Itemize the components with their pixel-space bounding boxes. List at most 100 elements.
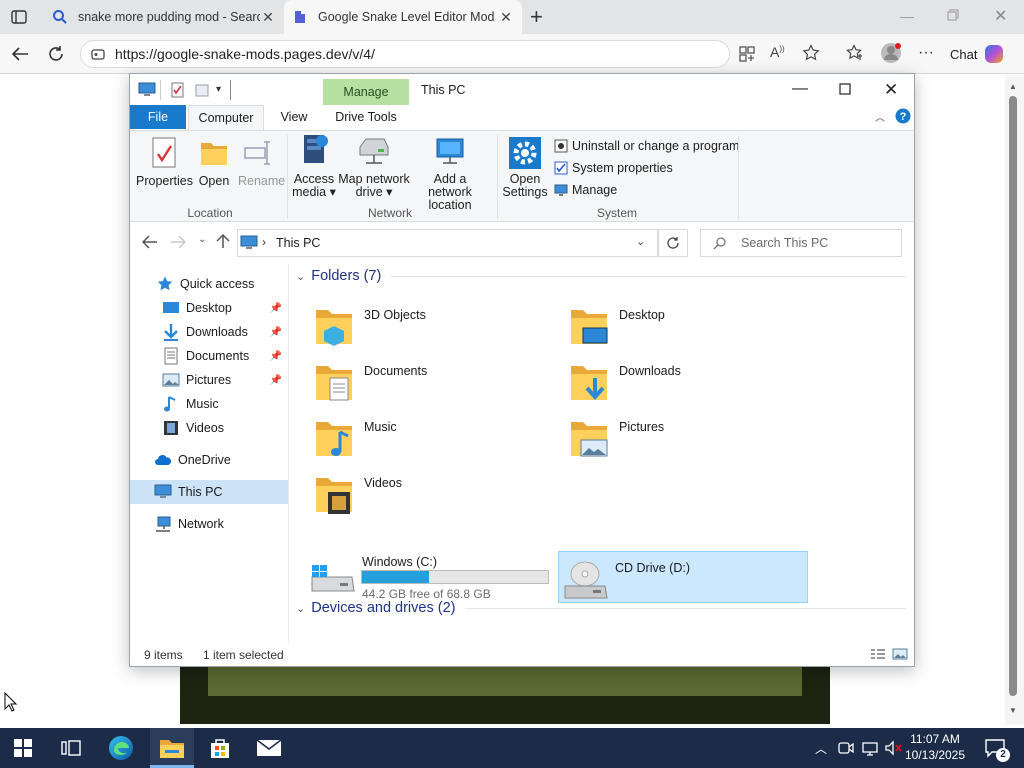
search-box[interactable]: Search This PC <box>700 229 902 257</box>
tab-computer[interactable]: Computer <box>188 105 264 130</box>
nav-onedrive[interactable]: OneDrive <box>130 448 288 472</box>
properties-quick-icon[interactable] <box>170 82 186 98</box>
map-network-drive-button[interactable]: Map network drive ▾ <box>338 133 410 199</box>
nav-documents[interactable]: Documents 📌 <box>130 344 288 368</box>
tab-actions-icon[interactable] <box>10 8 28 26</box>
refresh-button[interactable] <box>658 229 688 257</box>
add-network-location-button[interactable]: Add a network location <box>411 133 489 212</box>
close-tab-icon[interactable]: ✕ <box>260 9 276 26</box>
drive-d-selected[interactable]: CD Drive (D:) <box>558 551 808 603</box>
tab-file[interactable]: File <box>130 105 186 129</box>
show-hidden-icons[interactable]: ︿ <box>815 740 827 757</box>
details-view-icon[interactable] <box>870 648 886 660</box>
nav-music[interactable]: Music <box>130 392 288 416</box>
folder-documents[interactable]: Documents <box>314 360 554 412</box>
collapse-ribbon-icon[interactable]: ︿ <box>875 109 885 124</box>
large-icons-view-icon[interactable] <box>892 648 908 660</box>
breadcrumb[interactable]: This PC <box>276 236 320 250</box>
mail-icon[interactable] <box>254 733 284 763</box>
back-arrow-icon[interactable] <box>142 235 158 249</box>
new-folder-quick-icon[interactable] <box>194 82 210 98</box>
manage-button[interactable]: Manage <box>554 181 617 199</box>
minimize-window-button[interactable]: — <box>792 80 808 98</box>
customize-toolbar-icon[interactable]: ▾ <box>216 84 221 95</box>
folder-desktop[interactable]: Desktop <box>569 304 809 356</box>
refresh-icon[interactable] <box>44 44 68 64</box>
rename-button[interactable]: Rename <box>238 135 285 189</box>
app-available-icon[interactable] <box>738 45 756 63</box>
nav-this-pc[interactable]: This PC <box>130 480 288 504</box>
store-icon[interactable] <box>205 733 235 763</box>
file-explorer-icon[interactable] <box>157 733 187 763</box>
map-network-drive-label: Map network drive ▾ <box>338 172 410 199</box>
minimize-browser-icon[interactable]: — <box>900 8 914 24</box>
folder-music[interactable]: Music <box>314 416 554 468</box>
clock-date: 10/13/2025 <box>904 748 966 762</box>
folders-section-header[interactable]: ⌄ Folders (7) <box>296 268 906 284</box>
tab-drive-tools[interactable]: Drive Tools <box>323 105 409 129</box>
scroll-down-arrow-icon[interactable]: ▼ <box>1009 706 1017 715</box>
nav-pictures[interactable]: Pictures 📌 <box>130 368 288 392</box>
network-status-icon[interactable] <box>862 740 878 756</box>
read-aloud-icon[interactable]: A)) <box>770 44 785 60</box>
address-dropdown-icon[interactable]: ⌄ <box>636 235 645 248</box>
nav-videos[interactable]: Videos <box>130 416 288 440</box>
back-icon[interactable] <box>8 44 32 64</box>
scroll-up-arrow-icon[interactable]: ▲ <box>1009 82 1017 91</box>
network-group-label: Network <box>367 206 412 220</box>
pin-icon[interactable]: 📌 <box>270 375 282 386</box>
system-properties-button[interactable]: System properties <box>554 159 673 177</box>
address-bar[interactable]: › This PC ⌄ <box>237 229 658 257</box>
desktop-icon <box>162 299 180 317</box>
folder-3d-objects[interactable]: 3D Objects <box>314 304 554 356</box>
tab-view[interactable]: View <box>270 105 318 129</box>
meet-now-icon[interactable] <box>838 740 854 756</box>
close-browser-icon[interactable]: ✕ <box>994 6 1007 26</box>
drive-name: Windows (C:) <box>362 555 438 569</box>
nav-downloads[interactable]: Downloads 📌 <box>130 320 288 344</box>
uninstall-program-button[interactable]: Uninstall or change a program <box>554 137 739 155</box>
recent-locations-icon[interactable]: ⌄ <box>198 234 206 245</box>
clock-time: 11:07 AM <box>910 732 960 746</box>
tab-search[interactable]: snake more pudding mod - Search ✕ <box>44 0 284 34</box>
more-options-icon[interactable]: ··· <box>918 44 934 62</box>
maximize-window-button[interactable] <box>839 83 851 95</box>
drive-c[interactable]: Windows (C:) 44.2 GB free of 68.8 GB <box>308 551 552 601</box>
page-scrollbar-thumb[interactable] <box>1009 96 1017 696</box>
open-button[interactable]: Open <box>194 135 234 189</box>
url-bar[interactable]: https://google-snake-mods.pages.dev/v/4/ <box>80 40 730 68</box>
forward-arrow-icon[interactable] <box>170 235 186 249</box>
item-count: 9 items <box>144 648 183 662</box>
edge-browser-icon[interactable] <box>106 733 136 763</box>
access-media-button[interactable]: Access media ▾ <box>292 133 336 199</box>
close-tab-icon[interactable]: ✕ <box>498 9 514 26</box>
nav-quick-access[interactable]: Quick access <box>130 272 288 296</box>
film-icon <box>162 419 180 437</box>
favorites-icon[interactable] <box>846 44 864 62</box>
nav-network[interactable]: Network <box>130 512 288 536</box>
profile-avatar[interactable] <box>880 42 902 64</box>
close-window-button[interactable]: ✕ <box>884 80 898 100</box>
restore-browser-icon[interactable] <box>946 8 960 22</box>
folder-pictures[interactable]: Pictures <box>569 416 809 468</box>
start-windows-icon[interactable] <box>8 733 38 763</box>
favorite-star-icon[interactable] <box>802 44 820 62</box>
pin-icon[interactable]: 📌 <box>270 303 282 314</box>
copilot-chat-button[interactable]: Chat <box>950 42 1005 66</box>
folder-videos[interactable]: Videos <box>314 472 554 524</box>
pin-icon[interactable]: 📌 <box>270 327 282 338</box>
open-settings-button[interactable]: Open Settings <box>502 133 548 199</box>
site-info-icon[interactable] <box>91 47 105 61</box>
properties-button[interactable]: Properties <box>136 135 193 189</box>
chat-label: Chat <box>950 46 978 62</box>
nav-desktop[interactable]: Desktop 📌 <box>130 296 288 320</box>
tab-snake-editor[interactable]: Google Snake Level Editor Mod ✕ <box>284 0 522 34</box>
help-icon[interactable]: ? <box>895 108 911 124</box>
new-tab-button[interactable]: + <box>530 4 543 30</box>
up-arrow-icon[interactable] <box>216 233 230 249</box>
system-clock[interactable]: 11:07 AM 10/13/2025 <box>900 731 970 763</box>
folder-downloads[interactable]: Downloads <box>569 360 809 412</box>
pin-icon[interactable]: 📌 <box>270 351 282 362</box>
breadcrumb-separator-icon[interactable]: › <box>262 235 266 249</box>
task-view-icon[interactable] <box>56 733 86 763</box>
